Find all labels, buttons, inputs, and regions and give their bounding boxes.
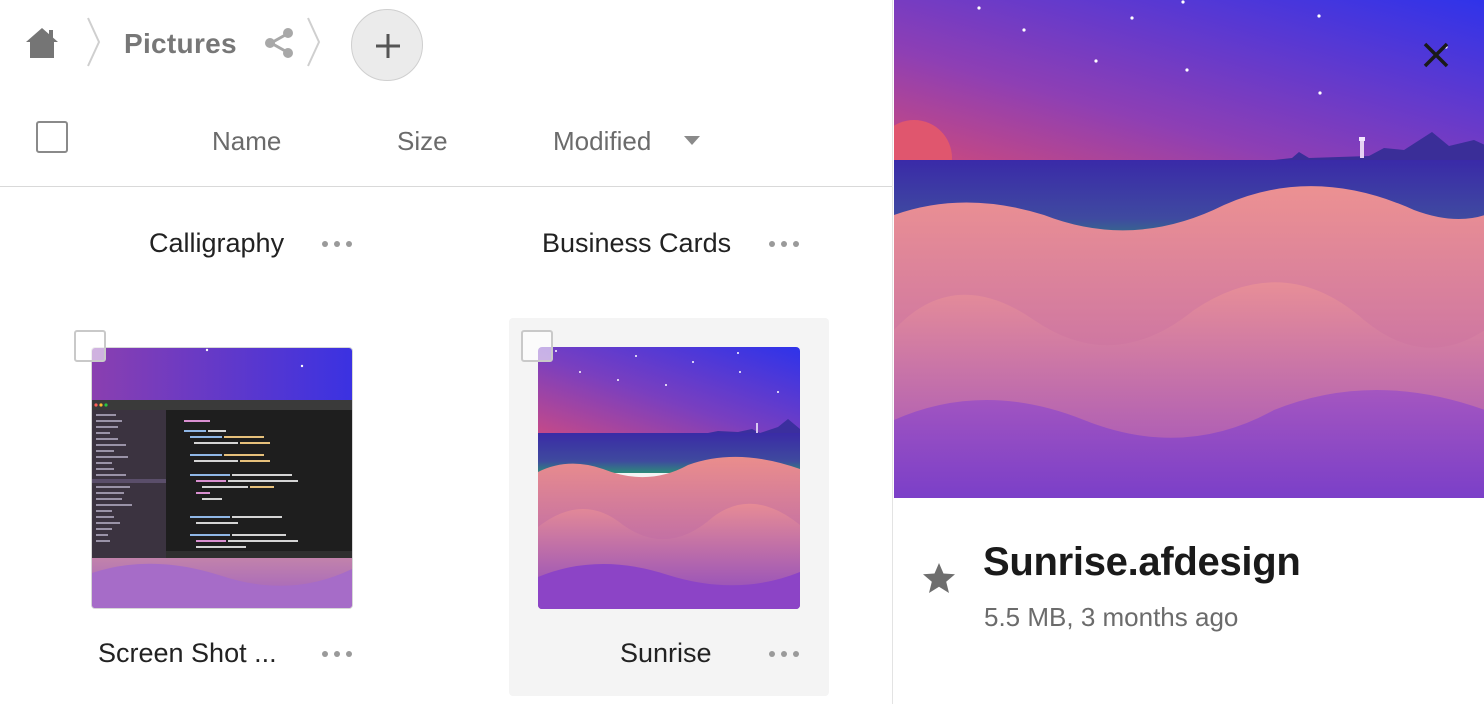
folder-calligraphy[interactable]: Calligraphy [149,228,284,259]
column-modified[interactable]: Modified [553,126,651,157]
add-button[interactable] [351,9,423,81]
breadcrumb: Pictures [0,0,892,90]
column-name[interactable]: Name [212,126,281,157]
file-thumbnail-sunrise[interactable] [538,347,800,609]
file-select-checkbox[interactable] [521,330,553,362]
screenshot-thumbnail-image [92,348,352,608]
more-options-icon[interactable] [322,649,354,659]
sunrise-thumbnail-image [538,347,800,609]
file-name-sunrise[interactable]: Sunrise [620,638,712,669]
preview-image [894,0,1484,498]
star-icon[interactable] [921,561,957,595]
breadcrumb-separator-icon [307,17,321,67]
plus-icon [376,34,400,58]
file-select-checkbox[interactable] [74,330,106,362]
preview-file-title: Sunrise.afdesign [983,540,1301,584]
column-header: Name Size Modified [0,90,892,187]
home-icon[interactable] [24,26,60,60]
column-size[interactable]: Size [397,126,448,157]
more-options-icon[interactable] [322,239,354,249]
close-icon[interactable] [1421,40,1451,70]
file-browser: Pictures Name Size Modified Calligraphy [0,0,892,704]
file-name-screenshot[interactable]: Screen Shot ... [98,638,277,669]
share-icon[interactable] [263,27,295,59]
select-all-checkbox[interactable] [36,121,68,153]
folder-business-cards[interactable]: Business Cards [542,228,731,259]
more-options-icon[interactable] [769,239,801,249]
preview-file-meta: 5.5 MB, 3 months ago [984,602,1239,632]
breadcrumb-separator-icon [87,17,101,67]
more-options-icon[interactable] [769,649,801,659]
breadcrumb-current-folder[interactable]: Pictures [124,28,237,60]
file-thumbnail-screenshot[interactable] [91,347,353,609]
preview-panel: Sunrise.afdesign 5.5 MB, 3 months ago [892,0,1484,704]
caret-down-icon[interactable] [684,136,700,146]
